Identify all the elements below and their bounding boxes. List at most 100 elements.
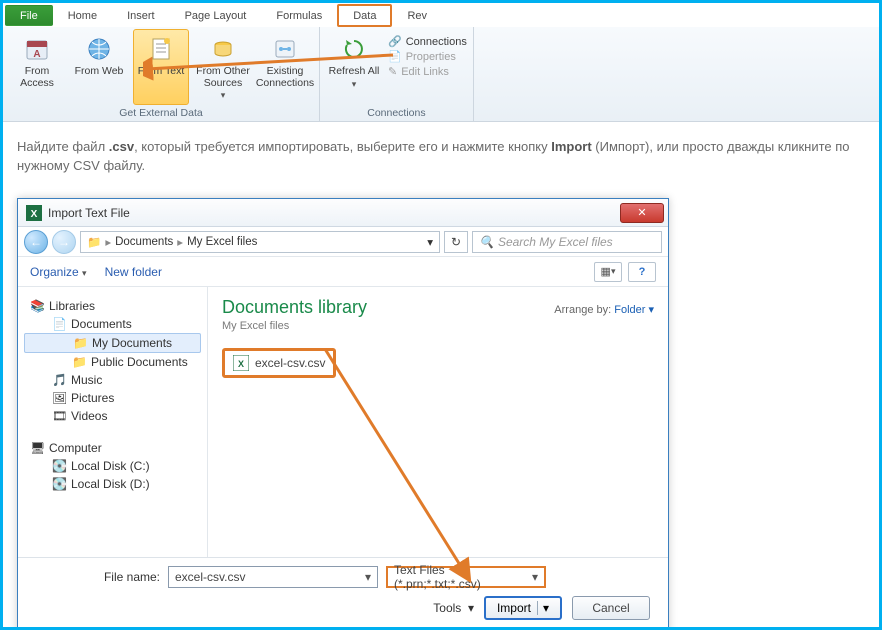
chevron-down-icon: ▾ [82, 268, 87, 278]
file-name-label: File name: [30, 570, 160, 584]
tree-pictures[interactable]: 🖼Pictures [24, 389, 201, 407]
crumb-my-excel-files[interactable]: My Excel files [187, 236, 257, 248]
arrange-by-dropdown[interactable]: Folder ▾ [614, 304, 654, 316]
svg-text:A: A [33, 49, 40, 60]
from-other-sources-button[interactable]: From Other Sources ▾ [195, 29, 251, 105]
connections-sublist: 🔗Connections 📄Properties ✎Edit Links [388, 29, 467, 105]
documents-icon: 📄 [52, 317, 66, 331]
existing-connections-button[interactable]: Existing Connections [257, 29, 313, 105]
cancel-button[interactable]: Cancel [572, 596, 650, 620]
from-access-button[interactable]: A From Access [9, 29, 65, 105]
nav-row: ← → 📁 ▸ Documents ▸ My Excel files ▾ ↻ 🔍… [18, 227, 668, 257]
dialog-titlebar: X Import Text File ✕ [18, 199, 668, 227]
chevron-down-icon[interactable]: ▾ [365, 570, 371, 584]
tree-libraries[interactable]: 📚Libraries [24, 297, 201, 315]
help-icon: ? [639, 266, 646, 278]
refresh-icon [339, 34, 369, 64]
ribbon-tabs: File Home Insert Page Layout Formulas Da… [3, 3, 879, 27]
file-type-combo[interactable]: Text Files (*.prn;*.txt;*.csv)▾ [386, 566, 546, 588]
forward-button[interactable]: → [52, 230, 76, 254]
tab-home[interactable]: Home [53, 5, 112, 26]
refresh-button[interactable]: ↻ [444, 231, 468, 253]
connections-button[interactable]: 🔗Connections [388, 35, 467, 48]
from-other-label: From Other Sources [196, 66, 250, 89]
tree-documents[interactable]: 📄Documents [24, 315, 201, 333]
disk-icon: 💽 [52, 477, 66, 491]
refresh-all-label: Refresh All [329, 66, 380, 78]
refresh-all-button[interactable]: Refresh All ▾ [326, 29, 382, 105]
arrange-by: Arrange by: Folder ▾ [554, 303, 654, 316]
arrow-right-icon: → [58, 235, 70, 249]
help-button[interactable]: ? [628, 262, 656, 282]
close-button[interactable]: ✕ [620, 203, 664, 223]
tree-computer[interactable]: 🖥Computer [24, 439, 201, 457]
from-web-button[interactable]: From Web [71, 29, 127, 105]
organize-button[interactable]: Organize ▾ [30, 265, 87, 279]
chevron-down-icon[interactable]: ▾ [532, 570, 538, 584]
group-label-connections: Connections [326, 105, 467, 121]
tree-videos[interactable]: 🎞Videos [24, 407, 201, 425]
properties-icon: 📄 [388, 50, 402, 63]
close-icon: ✕ [637, 206, 646, 219]
folder-icon: 📁 [87, 235, 101, 249]
import-text-file-dialog: X Import Text File ✕ ← → 📁 ▸ Documents ▸… [17, 198, 669, 627]
file-name-combo[interactable]: excel-csv.csv▾ [168, 566, 378, 588]
excel-icon: X [26, 205, 42, 221]
computer-icon: 🖥 [30, 441, 44, 455]
tree-public-documents[interactable]: 📁Public Documents [24, 353, 201, 371]
existing-connections-label: Existing Connections [256, 66, 314, 89]
tab-page-layout[interactable]: Page Layout [170, 5, 262, 26]
instruction-text: Найдите файл .csv, который требуется имп… [3, 122, 879, 186]
videos-icon: 🎞 [52, 409, 66, 423]
tab-data[interactable]: Data [337, 4, 392, 27]
back-button[interactable]: ← [24, 230, 48, 254]
folder-icon: 📁 [73, 336, 87, 350]
ribbon: File Home Insert Page Layout Formulas Da… [3, 3, 879, 122]
dialog-bottom: File name: excel-csv.csv▾ Text Files (*.… [18, 557, 668, 627]
nav-tree: 📚Libraries 📄Documents 📁My Documents 📁Pub… [18, 287, 208, 557]
access-icon: A [22, 34, 52, 64]
svg-text:X: X [31, 209, 38, 220]
view-options-button[interactable]: ▦▾ [594, 262, 622, 282]
view-icon: ▦ [601, 265, 611, 278]
dialog-title: Import Text File [48, 206, 620, 220]
existing-connections-icon [270, 34, 300, 64]
pictures-icon: 🖼 [52, 391, 66, 405]
search-icon: 🔍 [479, 235, 494, 249]
tools-dropdown[interactable]: Tools ▾ [433, 601, 474, 615]
new-folder-button[interactable]: New folder [105, 265, 162, 279]
svg-text:X: X [238, 359, 244, 369]
disk-icon: 💽 [52, 459, 66, 473]
refresh-icon: ↻ [451, 235, 461, 249]
chevron-down-icon[interactable]: ▾ [427, 235, 433, 249]
tree-disk-c[interactable]: 💽Local Disk (C:) [24, 457, 201, 475]
tab-formulas[interactable]: Formulas [261, 5, 337, 26]
crumb-documents[interactable]: Documents [115, 236, 173, 248]
search-placeholder: Search My Excel files [498, 235, 613, 249]
tree-my-documents[interactable]: 📁My Documents [24, 333, 201, 353]
tree-disk-d[interactable]: 💽Local Disk (D:) [24, 475, 201, 493]
text-file-icon [146, 34, 176, 64]
chevron-down-icon: ▾ [221, 91, 226, 101]
tab-insert[interactable]: Insert [112, 5, 170, 26]
other-sources-icon [208, 34, 238, 64]
group-label-external: Get External Data [9, 105, 313, 121]
from-text-button[interactable]: From Text [133, 29, 189, 105]
file-item-excel-csv[interactable]: X excel-csv.csv [222, 348, 336, 378]
arrow-left-icon: ← [30, 235, 42, 249]
from-text-label: From Text [138, 66, 184, 78]
search-input[interactable]: 🔍 Search My Excel files [472, 231, 662, 253]
library-title: Documents library [222, 297, 367, 318]
edit-links-button: ✎Edit Links [388, 65, 467, 78]
web-icon [84, 34, 114, 64]
tree-music[interactable]: 🎵Music [24, 371, 201, 389]
address-bar[interactable]: 📁 ▸ Documents ▸ My Excel files ▾ [80, 231, 440, 253]
tab-review[interactable]: Rev [392, 5, 442, 26]
dialog-body: 📚Libraries 📄Documents 📁My Documents 📁Pub… [18, 287, 668, 557]
group-connections: Refresh All ▾ 🔗Connections 📄Properties ✎… [320, 27, 474, 121]
content-pane: Documents library My Excel files Arrange… [208, 287, 668, 557]
group-get-external-data: A From Access From Web From Text From Ot… [3, 27, 320, 121]
import-button[interactable]: Import▾ [484, 596, 562, 620]
from-access-label: From Access [10, 66, 64, 89]
tab-file[interactable]: File [5, 5, 53, 26]
